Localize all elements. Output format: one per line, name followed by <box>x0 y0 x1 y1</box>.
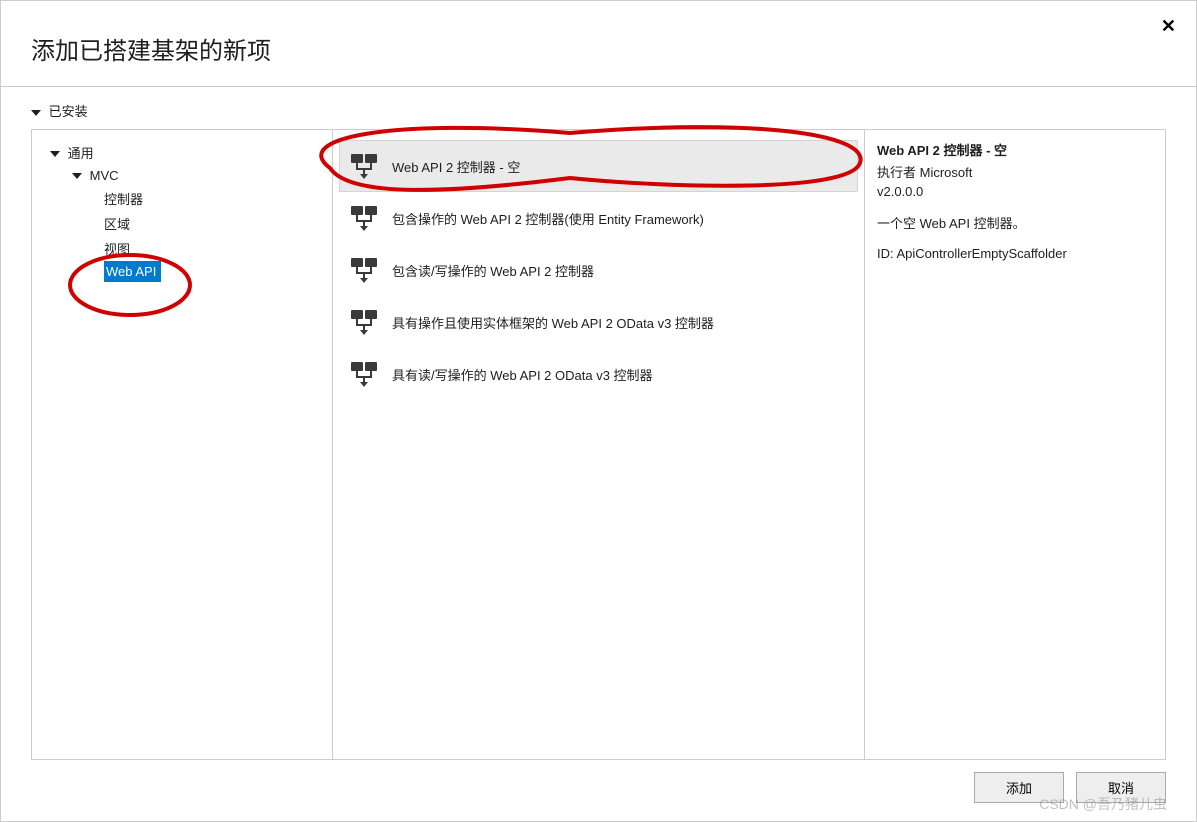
tree-label: 区域 <box>104 217 130 232</box>
detail-version: v2.0.0.0 <box>877 184 1153 199</box>
add-button[interactable]: 添加 <box>974 772 1064 803</box>
controller-icon <box>350 309 378 335</box>
tree-item-webapi[interactable]: Web API <box>104 261 161 282</box>
dialog-header: 添加已搭建基架的新项 ✕ <box>1 1 1196 86</box>
controller-icon <box>350 257 378 283</box>
category-tree-panel: 通用 MVC 控制器 区域 视图 <box>32 130 332 759</box>
chevron-down-icon <box>50 151 60 157</box>
controller-icon <box>350 205 378 231</box>
list-item-label: 包含操作的 Web API 2 控制器(使用 Entity Framework) <box>392 209 704 228</box>
tree-item-area[interactable]: 区域 <box>32 211 332 236</box>
panels: 通用 MVC 控制器 区域 视图 <box>31 129 1166 760</box>
detail-author: 执行者 Microsoft <box>877 162 1153 181</box>
list-item[interactable]: 具有操作且使用实体框架的 Web API 2 OData v3 控制器 <box>339 296 858 348</box>
chevron-down-icon <box>31 110 41 116</box>
cancel-button[interactable]: 取消 <box>1076 772 1166 803</box>
installed-label: 已安装 <box>49 104 88 119</box>
list-item[interactable]: 包含读/写操作的 Web API 2 控制器 <box>339 244 858 296</box>
list-item-label: 具有操作且使用实体框架的 Web API 2 OData v3 控制器 <box>392 313 714 332</box>
detail-id: ID: ApiControllerEmptyScaffolder <box>877 246 1153 261</box>
details-panel: Web API 2 控制器 - 空 执行者 Microsoft v2.0.0.0… <box>865 130 1165 759</box>
list-item-label: 包含读/写操作的 Web API 2 控制器 <box>392 261 594 280</box>
dialog-body: 已安装 通用 MVC 控制器 区域 <box>1 87 1196 760</box>
tree-label: Web API <box>106 264 156 279</box>
list-item-label: Web API 2 控制器 - 空 <box>392 157 520 176</box>
chevron-down-icon <box>72 173 82 179</box>
tree-label: 通用 <box>68 146 94 161</box>
tree-item-view[interactable]: 视图 <box>32 236 332 261</box>
list-item[interactable]: 具有读/写操作的 Web API 2 OData v3 控制器 <box>339 348 858 400</box>
controller-icon <box>350 361 378 387</box>
tree-label: MVC <box>90 168 119 183</box>
close-button[interactable]: ✕ <box>1161 16 1176 37</box>
detail-description: 一个空 Web API 控制器。 <box>877 213 1153 232</box>
list-item[interactable]: 包含操作的 Web API 2 控制器(使用 Entity Framework) <box>339 192 858 244</box>
tree-label: 控制器 <box>104 192 143 207</box>
tree-label: 视图 <box>104 242 130 257</box>
dialog-title: 添加已搭建基架的新项 <box>31 31 1166 66</box>
category-tree: 通用 MVC 控制器 区域 视图 <box>32 140 332 282</box>
list-item-label: 具有读/写操作的 Web API 2 OData v3 控制器 <box>392 365 653 384</box>
tree-item-general[interactable]: 通用 <box>32 140 332 165</box>
dialog: 添加已搭建基架的新项 ✕ 已安装 通用 MVC <box>0 0 1197 822</box>
list-item[interactable]: Web API 2 控制器 - 空 <box>339 140 858 192</box>
detail-title: Web API 2 控制器 - 空 <box>877 140 1153 159</box>
tree-item-mvc[interactable]: MVC <box>32 165 332 186</box>
controller-icon <box>350 153 378 179</box>
installed-tree-root[interactable]: 已安装 <box>31 97 1166 124</box>
scaffold-list-panel: Web API 2 控制器 - 空 包含操作的 Web API 2 控制器(使用… <box>332 130 865 759</box>
dialog-footer: 添加 取消 <box>1 760 1196 821</box>
tree-item-controller[interactable]: 控制器 <box>32 186 332 211</box>
